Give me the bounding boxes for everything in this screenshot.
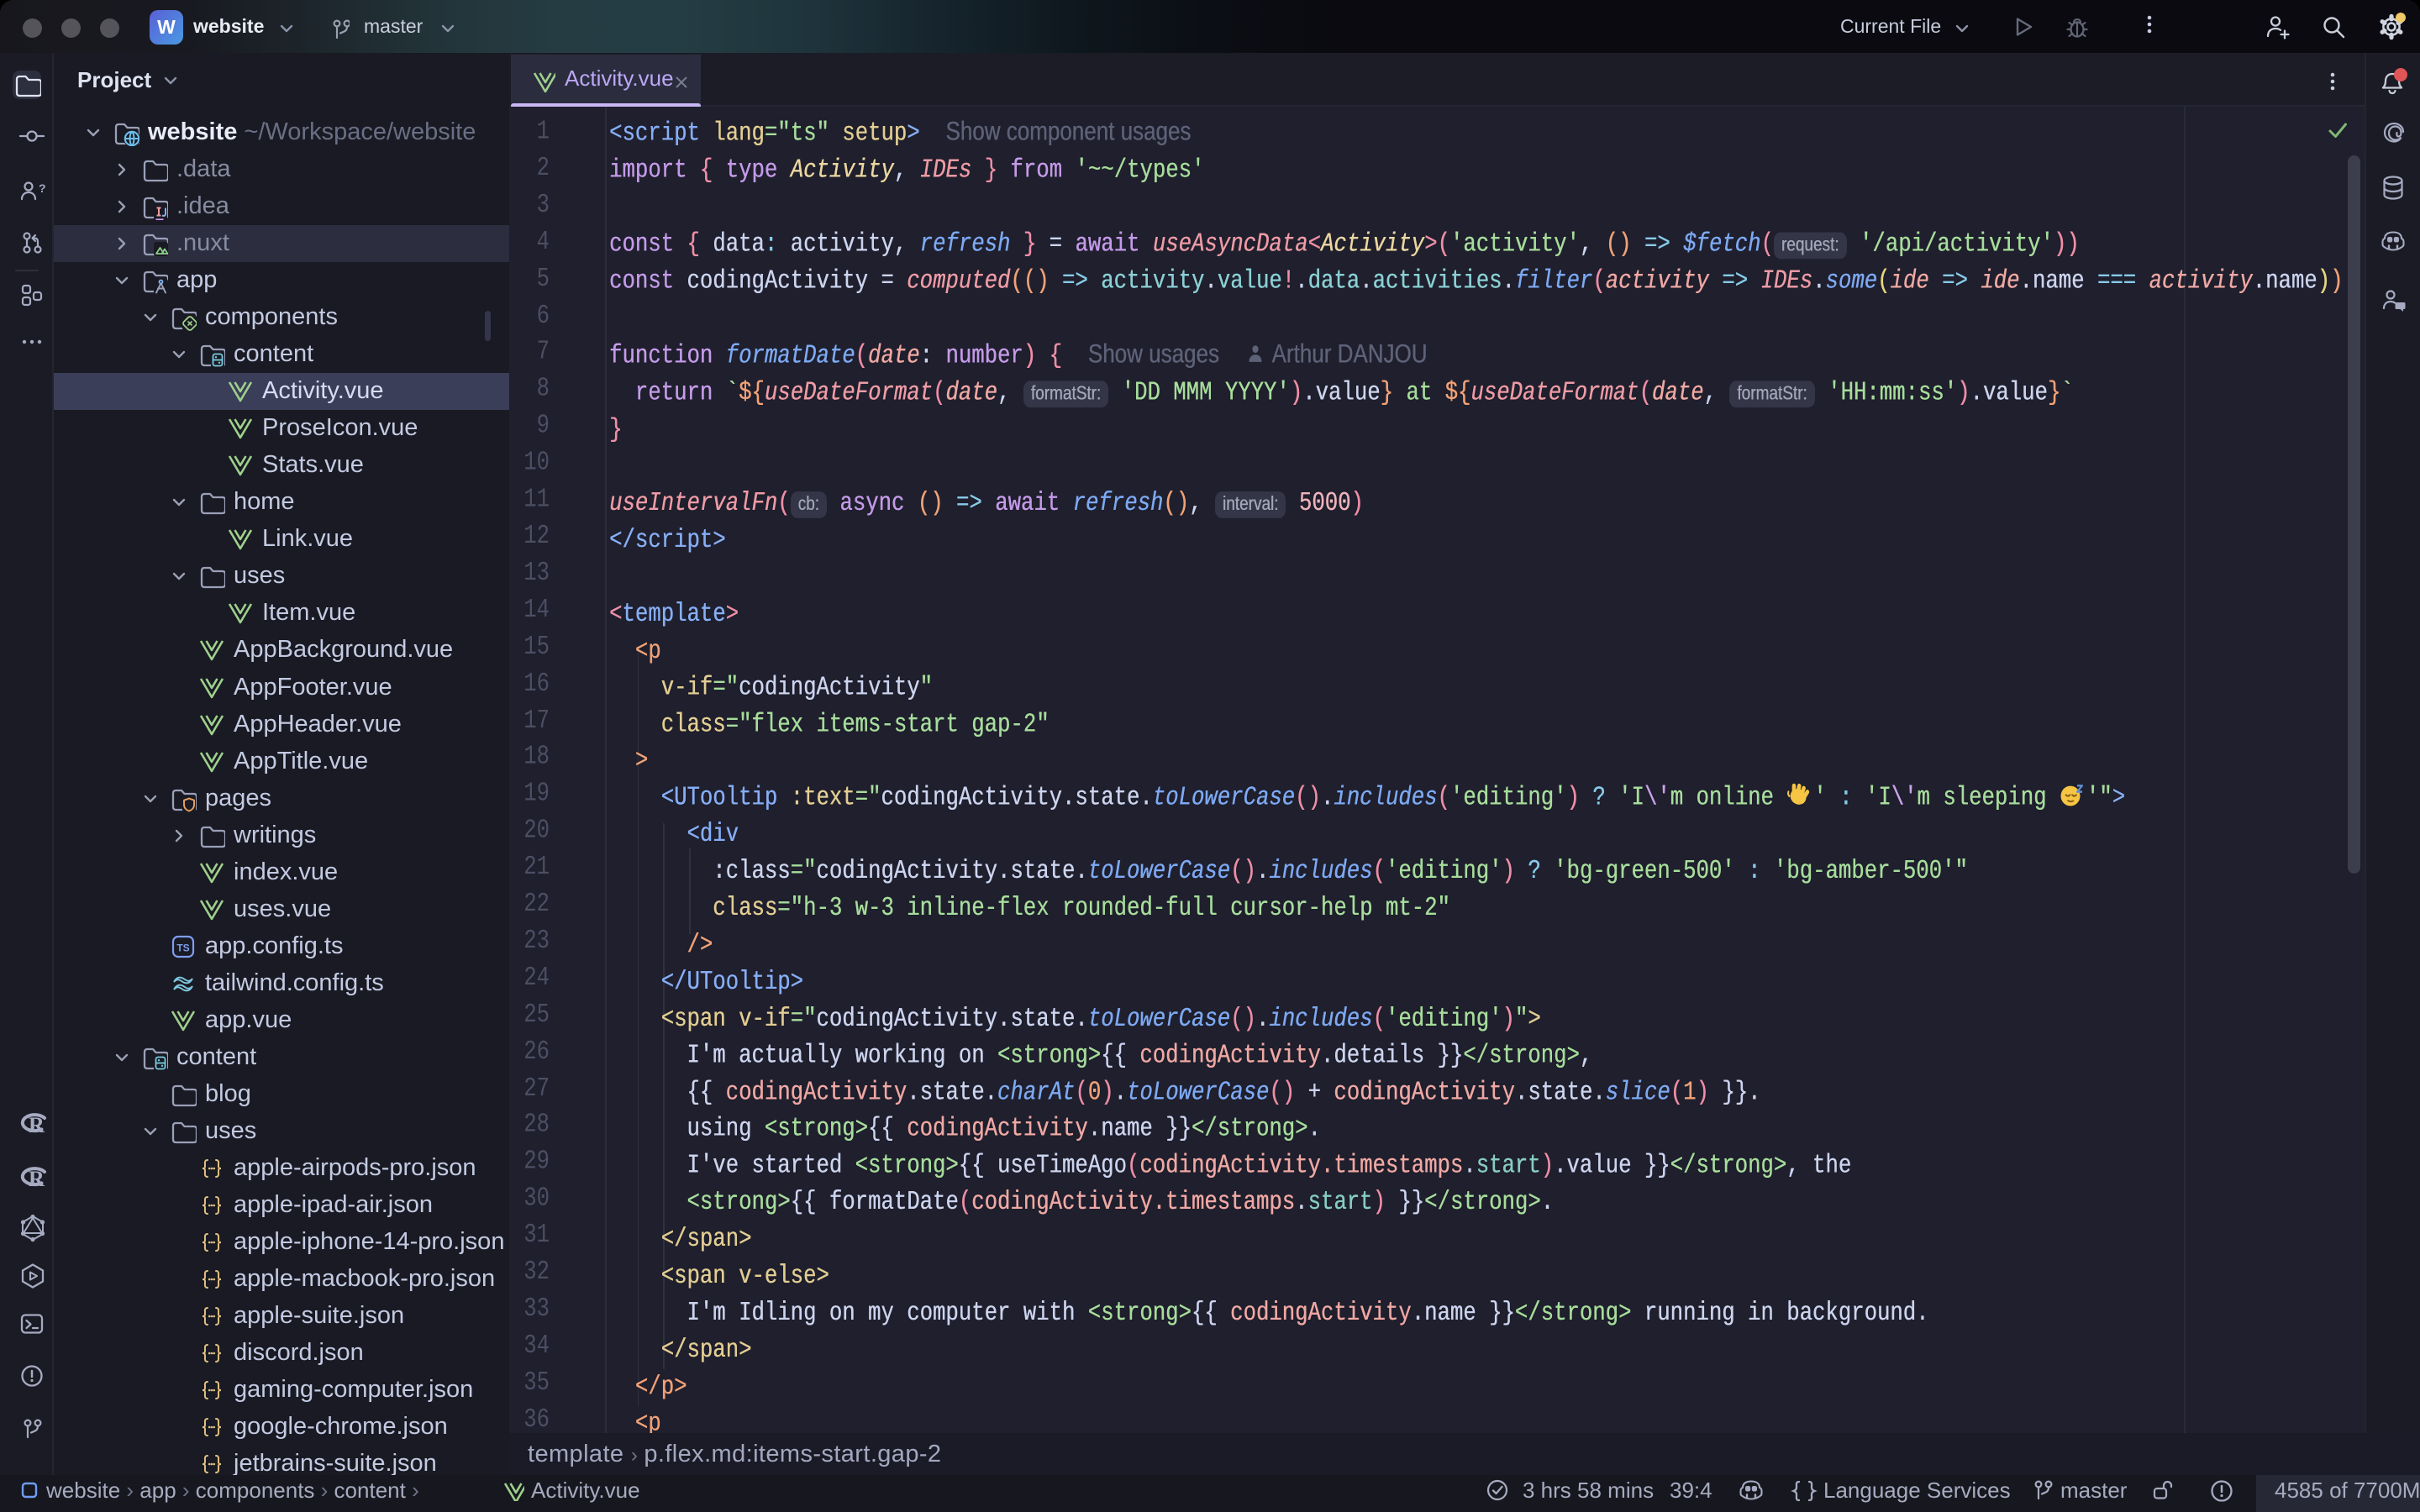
svg-text:TS: TS [176,942,189,953]
svg-text:R: R [29,1167,45,1191]
svg-text:R: R [29,1113,45,1137]
svg-text:?: ? [39,181,45,195]
